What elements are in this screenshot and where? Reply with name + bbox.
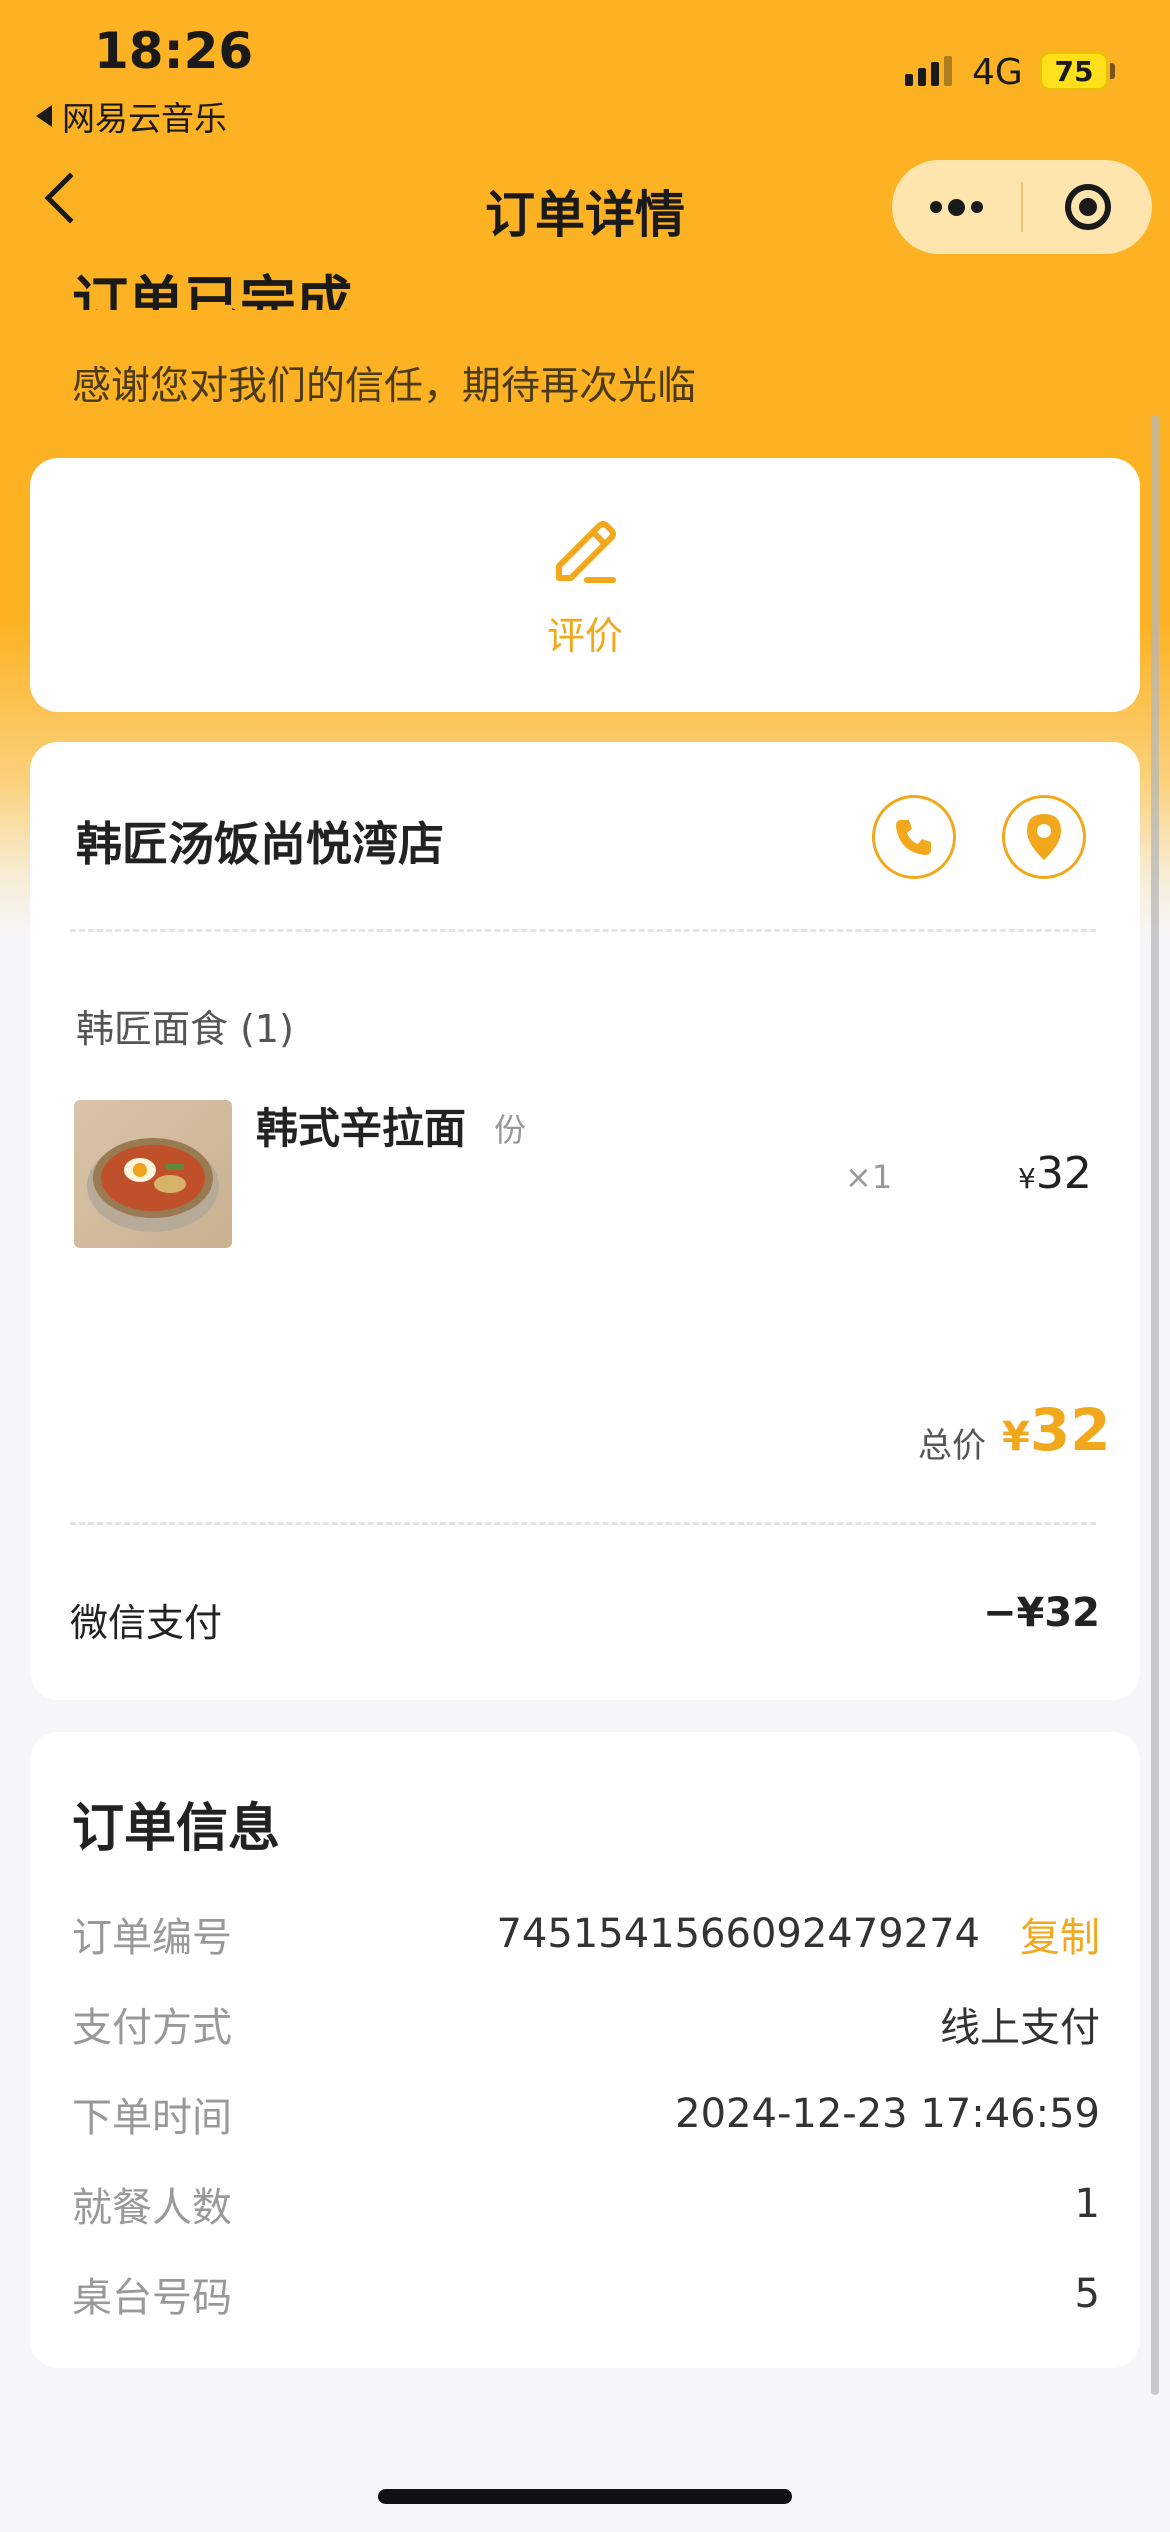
info-row-order-number: 订单编号 7451541566092479274 复制 <box>72 1905 1100 1963</box>
info-label: 下单时间 <box>72 2095 232 2141</box>
info-value: 线上支付 <box>940 2005 1100 2051</box>
divider <box>70 1522 1096 1525</box>
info-value: 2024-12-23 17:46:59 <box>675 2091 1100 2137</box>
review-label[interactable]: 评价 <box>0 605 1170 660</box>
total-label: 总价 <box>918 1426 986 1466</box>
info-row-order-time: 下单时间 2024-12-23 17:46:59 <box>72 2085 1100 2143</box>
call-shop-button[interactable] <box>872 795 956 879</box>
info-row-table-number: 桌台号码 5 <box>72 2265 1100 2323</box>
info-value: 1 <box>1074 2181 1100 2227</box>
food-image <box>74 1100 232 1248</box>
back-app-label: 网易云音乐 <box>62 99 227 138</box>
order-number: 7451541566092479274 <box>496 1911 980 1957</box>
info-row-payment-type: 支付方式 线上支付 <box>72 1995 1100 2053</box>
mini-program-capsule <box>892 160 1152 254</box>
payment-method-label: 微信支付 <box>70 1601 223 1645</box>
info-label: 订单编号 <box>72 1915 232 1961</box>
copy-button[interactable]: 复制 <box>1020 1905 1100 1963</box>
more-dots-icon[interactable] <box>892 160 1021 254</box>
shop-location-button[interactable] <box>1002 795 1086 879</box>
info-value: 5 <box>1074 2271 1100 2317</box>
info-label: 桌台号码 <box>72 2275 232 2321</box>
order-status-title: 订单已完成 <box>72 271 352 310</box>
network-type: 4G <box>972 52 1023 93</box>
info-label: 就餐人数 <box>72 2185 232 2231</box>
signal-icon <box>905 56 952 86</box>
battery-level: 75 <box>1054 54 1094 88</box>
home-indicator[interactable] <box>378 2489 792 2504</box>
back-triangle-icon <box>36 105 52 127</box>
pencil-icon[interactable] <box>545 510 625 594</box>
food-quantity: ×1 <box>845 1158 893 1196</box>
location-pin-icon <box>1027 814 1061 860</box>
divider <box>70 929 1096 932</box>
shop-name: 韩匠汤饭尚悦湾店 <box>76 817 444 871</box>
battery-icon: 75 <box>1040 52 1108 90</box>
target-close-icon[interactable] <box>1023 160 1152 254</box>
food-name: 韩式辛拉面 <box>256 1104 467 1153</box>
total-price: ¥32 <box>1002 1396 1111 1464</box>
scrollbar[interactable] <box>1151 415 1159 2395</box>
phone-icon <box>896 820 931 855</box>
status-time: 18:26 <box>94 22 254 80</box>
back-to-app-link[interactable]: 网易云音乐 <box>36 92 227 140</box>
category-label: 韩匠面食 (1) <box>76 1007 294 1051</box>
payment-amount: −¥32 <box>982 1590 1100 1636</box>
battery-cap <box>1110 63 1115 79</box>
info-label: 支付方式 <box>72 2005 232 2051</box>
food-unit: 份 <box>494 1111 527 1149</box>
order-status-subtitle: 感谢您对我们的信任，期待再次光临 <box>72 364 697 409</box>
info-row-diners: 就餐人数 1 <box>72 2175 1100 2233</box>
order-info-title: 订单信息 <box>72 1799 281 1859</box>
food-price: ¥32 <box>1018 1148 1092 1199</box>
